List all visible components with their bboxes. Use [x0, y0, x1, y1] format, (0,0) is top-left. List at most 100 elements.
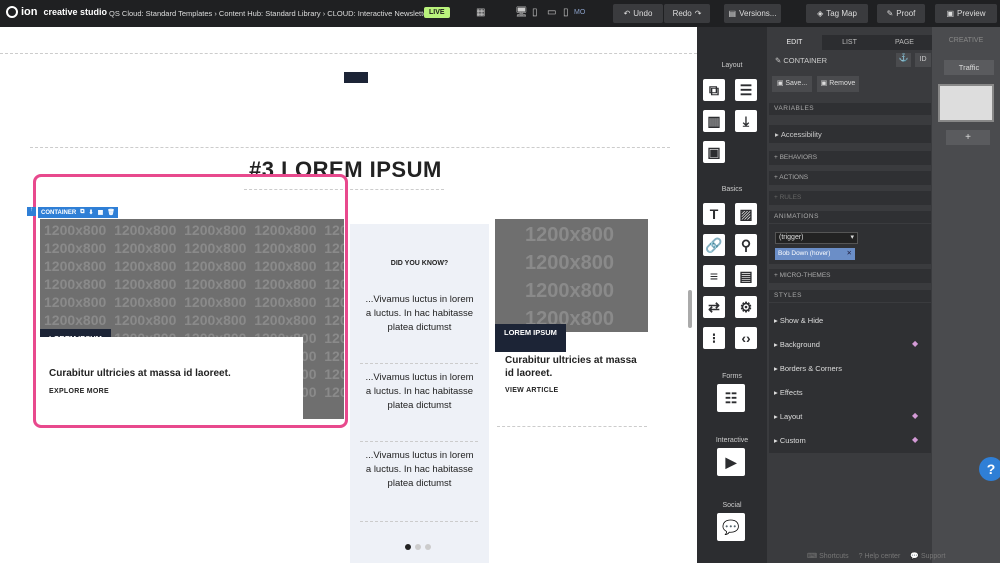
embed-tool-icon[interactable]: ▣ — [703, 141, 725, 163]
remove-icon: ▣ — [820, 80, 830, 87]
divider — [497, 426, 647, 427]
text-tool-icon[interactable]: T — [703, 203, 725, 225]
container-tag-label: CONTAINER — [41, 209, 77, 216]
style-show-hide[interactable]: ▸ Show & Hide — [774, 316, 823, 325]
form-tool-icon[interactable]: ☷ — [717, 384, 745, 412]
container-tool-icon[interactable]: ⧉ — [703, 79, 725, 101]
support-link[interactable]: 💬 Support — [910, 552, 945, 560]
proof-button[interactable]: ✎ Proof — [877, 4, 925, 23]
card3-link[interactable]: VIEW ARTICLE — [505, 387, 559, 394]
divider — [0, 53, 697, 54]
desktop-icon[interactable]: 🖥 — [515, 7, 528, 18]
pencil-icon: ✎ — [775, 55, 784, 65]
style-borders[interactable]: ▸ Borders & Corners — [774, 364, 842, 373]
social-tool-icon[interactable]: 💬 — [717, 513, 745, 541]
style-background[interactable]: ▸ Background — [774, 340, 820, 349]
variables-header[interactable]: VARIABLES — [769, 103, 931, 115]
container-tag[interactable]: CONTAINER ⧉ ⬇ ▦ 🗑 — [38, 207, 118, 218]
swap-tool-icon[interactable]: ⇄ — [703, 296, 725, 318]
preview-button[interactable]: ▣ Preview — [935, 4, 997, 23]
undo-button[interactable]: ↶ Undo — [613, 4, 663, 23]
style-custom[interactable]: ▸ Custom — [774, 436, 806, 445]
list-tool-icon[interactable]: ≡ — [703, 265, 725, 287]
video-tool-icon[interactable]: ▶ — [717, 448, 745, 476]
mid-text-1[interactable]: ...Vivamus luctus in lorem a luctus. In … — [350, 293, 489, 335]
grid-icon[interactable]: ▦ — [98, 209, 104, 216]
panel-tabs: EDIT LIST PAGE — [767, 27, 932, 50]
app-logo[interactable]: ion creative studio — [6, 6, 107, 18]
rows-tool-icon[interactable]: ☰ — [735, 79, 757, 101]
interactive-section-label: Interactive — [715, 437, 749, 444]
device-label[interactable]: MO — [574, 9, 585, 16]
card3-label[interactable]: LOREM IPSUM — [495, 324, 566, 352]
styles-header[interactable]: STYLES — [769, 290, 931, 302]
preview-icon: ▣ — [946, 9, 955, 18]
rules-header[interactable]: + RULES — [769, 191, 931, 205]
link-tool-icon[interactable]: 🔗 — [703, 234, 725, 256]
tag-map-button[interactable]: ◈ Tag Map — [806, 4, 868, 23]
social-section-label: Social — [722, 502, 742, 509]
copy-icon[interactable]: ⧉ — [80, 209, 84, 216]
mid-title[interactable]: DID YOU KNOW? — [350, 257, 489, 271]
frame-tool-icon[interactable]: ⁝ — [703, 327, 725, 349]
remove-button[interactable]: ▣ Remove — [817, 76, 859, 92]
close-icon[interactable]: ✕ — [847, 248, 855, 260]
header-block[interactable] — [344, 72, 368, 83]
droplet-icon: ◆ — [912, 339, 919, 348]
add-creative-button[interactable]: + — [946, 130, 990, 145]
droplet-icon: ◆ — [912, 411, 919, 420]
tab-page[interactable]: PAGE — [877, 35, 932, 50]
mobile-icon[interactable]: ▯ — [563, 7, 569, 18]
move-handle-icon[interactable]: ↑ — [27, 207, 36, 216]
id-button[interactable]: ID — [915, 53, 931, 67]
trigger-select[interactable]: (trigger) ▾ — [775, 232, 858, 244]
accessibility-row[interactable]: ▸ Accessibility — [769, 125, 931, 143]
redo-button[interactable]: Redo ↷ — [664, 4, 710, 23]
settings-tool-icon[interactable]: ⚙ — [735, 296, 757, 318]
columns-tool-icon[interactable]: ▥ — [703, 110, 725, 132]
traffic-button[interactable]: Traffic — [944, 60, 994, 75]
anchor-icon[interactable]: ⚓ — [896, 53, 911, 67]
carousel-dots[interactable] — [405, 544, 431, 550]
mid-text-2[interactable]: ...Vivamus luctus in lorem a luctus. In … — [350, 371, 489, 413]
carousel-dot[interactable] — [425, 544, 431, 550]
microthemes-header[interactable]: + MICRO-THEMES — [769, 269, 931, 283]
carousel-dot[interactable] — [405, 544, 411, 550]
divider — [30, 147, 670, 148]
mid-text-3[interactable]: ...Vivamus luctus in lorem a luctus. In … — [350, 449, 489, 491]
shortcuts-link[interactable]: ⌨ Shortcuts — [807, 552, 849, 560]
logo-icon — [6, 6, 18, 18]
tab-list[interactable]: LIST — [822, 35, 877, 50]
tab-edit[interactable]: EDIT — [767, 35, 822, 50]
image-tool-icon[interactable]: ▨ — [735, 203, 757, 225]
breadcrumb[interactable]: QS Cloud: Standard Templates › Content H… — [109, 9, 430, 18]
canvas-scrollbar[interactable] — [688, 290, 692, 328]
section-tool-icon[interactable]: ⤓ — [735, 110, 757, 132]
layout-icon[interactable]: ▦ — [476, 7, 485, 18]
behaviors-header[interactable]: + BEHAVIORS — [769, 151, 931, 165]
code-tool-icon[interactable]: ‹› — [735, 327, 757, 349]
tablet-icon[interactable]: ▯ — [532, 7, 538, 18]
hotspot-tool-icon[interactable]: ⚲ — [735, 234, 757, 256]
save-button[interactable]: ▣ Save... — [772, 76, 812, 92]
versions-button[interactable]: ▤ Versions... — [724, 4, 781, 23]
nav-tool-icon[interactable]: ▤ — [735, 265, 757, 287]
tool-palette: Layout ⧉ ☰ ▥ ⤓ ▣ Basics T ▨ 🔗 ⚲ ≡ ▤ ⇄ ⚙ … — [697, 27, 767, 563]
download-icon[interactable]: ⬇ — [89, 209, 94, 216]
style-effects[interactable]: ▸ Effects — [774, 388, 803, 397]
animations-header[interactable]: ANIMATIONS — [769, 211, 931, 223]
card3-image[interactable]: 1200x800 1200x800 1200x800 1200x800 — [495, 219, 648, 332]
carousel-dot[interactable] — [415, 544, 421, 550]
creative-thumbnail[interactable] — [938, 84, 994, 122]
actions-header[interactable]: + ACTIONS — [769, 171, 931, 185]
creative-tab[interactable]: CREATIVE — [932, 37, 1000, 44]
style-layout[interactable]: ▸ Layout — [774, 412, 802, 421]
footer-bar: ⌨ Shortcuts ? Help center 💬 Support — [767, 549, 1000, 563]
proof-icon: ✎ — [886, 9, 894, 18]
trash-icon[interactable]: 🗑 — [107, 209, 115, 216]
tablet-landscape-icon[interactable]: ▭ — [547, 7, 556, 18]
card3-headline[interactable]: Curabitur ultricies at massa id laoreet. — [505, 354, 640, 380]
help-button[interactable]: ? — [979, 457, 1000, 481]
help-center-link[interactable]: ? Help center — [859, 553, 901, 560]
animation-tag[interactable]: Bob Down (hover) ✕ — [775, 248, 855, 260]
